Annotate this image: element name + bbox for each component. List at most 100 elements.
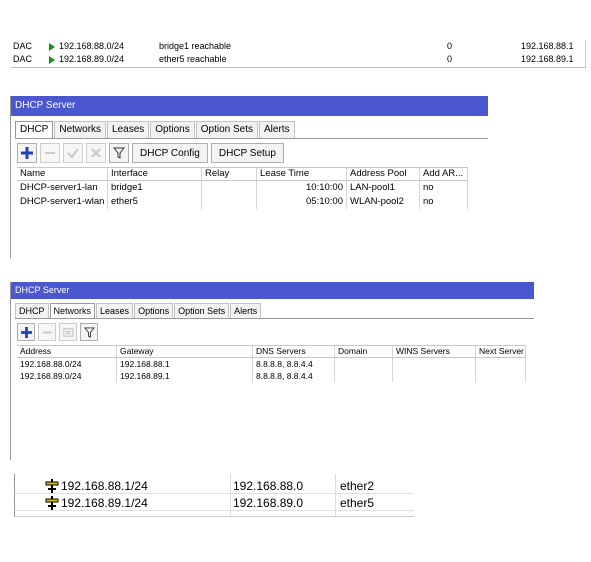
- remove-icon: [45, 152, 55, 154]
- dhcp-networks-table: Address Gateway DNS Servers Domain WINS …: [17, 345, 526, 382]
- column-header-relay[interactable]: Relay: [202, 168, 257, 180]
- route-distance: 0: [447, 54, 453, 64]
- column-header-gateway[interactable]: Gateway: [117, 346, 253, 357]
- dhcp-setup-button[interactable]: DHCP Setup: [210, 143, 284, 163]
- table-header: Address Gateway DNS Servers Domain WINS …: [17, 345, 526, 358]
- enable-icon: [67, 148, 79, 159]
- window-title[interactable]: DHCP Server: [11, 96, 488, 116]
- column-header-dns-servers[interactable]: DNS Servers: [253, 346, 335, 357]
- route-distance: 0: [447, 41, 453, 51]
- route-arrow-icon: [49, 43, 55, 51]
- enable-button[interactable]: [63, 143, 83, 163]
- cell-add-arp: no: [420, 181, 468, 195]
- column-header-domain[interactable]: Domain: [335, 346, 393, 357]
- column-header-add-arp[interactable]: Add AR...: [420, 168, 468, 180]
- disable-button[interactable]: [86, 143, 106, 163]
- cell-relay: [202, 195, 257, 209]
- address-row[interactable]: 192.168.88.1/24 192.168.88.0 ether2: [15, 478, 414, 494]
- column-header-name[interactable]: Name: [17, 168, 108, 180]
- filter-button[interactable]: [109, 143, 129, 163]
- address-row[interactable]: 192.168.89.1/24 192.168.89.0 ether5: [15, 495, 414, 511]
- dhcp-networks-window: DHCP Server DHCP Networks Leases Options…: [10, 282, 534, 460]
- tab-networks[interactable]: Networks: [49, 303, 96, 319]
- cell-dns-servers: 8.8.8.8, 8.8.4.4: [253, 358, 335, 370]
- window-title[interactable]: DHCP Server: [11, 282, 534, 299]
- ip-addresses-list: 192.168.88.1/24 192.168.88.0 ether2 192.…: [14, 474, 414, 517]
- disable-icon: [91, 148, 101, 158]
- column-header-wins-servers[interactable]: WINS Servers: [393, 346, 476, 357]
- tab-bar: DHCP Networks Leases Options Option Sets…: [15, 121, 296, 139]
- cell-next-server: [476, 358, 526, 370]
- column-header-next-server[interactable]: Next Server: [476, 346, 526, 357]
- route-row[interactable]: DAC 192.168.88.0/24 bridge1 reachable 0 …: [11, 41, 585, 53]
- cell-dns-servers: 8.8.8.8, 8.8.4.4: [253, 370, 335, 382]
- tab-alerts[interactable]: Alerts: [259, 121, 295, 139]
- column-header-address-pool[interactable]: Address Pool: [347, 168, 420, 180]
- tab-dhcp[interactable]: DHCP: [15, 303, 49, 319]
- remove-button[interactable]: [40, 143, 60, 163]
- tab-networks[interactable]: Networks: [54, 121, 107, 139]
- cell-gateway: 192.168.89.1: [117, 370, 253, 382]
- tab-dhcp[interactable]: DHCP: [15, 121, 54, 139]
- cell-domain: [335, 358, 393, 370]
- dhcp-servers-table: Name Interface Relay Lease Time Address …: [17, 167, 468, 209]
- table-header: Name Interface Relay Lease Time Address …: [17, 167, 468, 181]
- filter-button[interactable]: [80, 323, 98, 341]
- dhcp-config-button[interactable]: DHCP Config: [132, 143, 208, 163]
- route-gateway: ether5 reachable: [159, 54, 227, 64]
- routes-list: DAC 192.168.88.0/24 bridge1 reachable 0 …: [11, 40, 586, 68]
- add-icon: [21, 147, 33, 159]
- tab-leases[interactable]: Leases: [96, 303, 134, 319]
- network-value: 192.168.88.0: [233, 479, 304, 493]
- tab-alerts[interactable]: Alerts: [230, 303, 262, 319]
- route-pref-source: 192.168.88.1: [521, 41, 574, 51]
- interface-value: ether5: [340, 496, 375, 510]
- route-arrow-icon: [49, 56, 55, 64]
- route-row[interactable]: DAC 192.168.89.0/24 ether5 reachable 0 1…: [11, 54, 585, 66]
- route-dst-address: 192.168.89.0/24: [59, 54, 125, 64]
- cell-interface: bridge1: [108, 181, 202, 195]
- cell-interface: ether5: [108, 195, 202, 209]
- column-header-lease-time[interactable]: Lease Time: [257, 168, 347, 180]
- cell-add-arp: no: [420, 195, 468, 209]
- tab-leases[interactable]: Leases: [107, 121, 150, 139]
- cell-relay: [202, 181, 257, 195]
- add-icon: [20, 326, 32, 338]
- column-header-interface[interactable]: Interface: [108, 168, 202, 180]
- tab-options[interactable]: Options: [134, 303, 174, 319]
- route-gateway: bridge1 reachable: [159, 41, 232, 51]
- interface-value: ether2: [340, 479, 375, 493]
- cell-domain: [335, 370, 393, 382]
- table-row[interactable]: 192.168.89.0/24 192.168.89.1 8.8.8.8, 8.…: [17, 370, 526, 382]
- filter-icon: [113, 147, 125, 159]
- cell-address-pool: WLAN-pool2: [347, 195, 420, 209]
- cell-gateway: 192.168.88.1: [117, 358, 253, 370]
- table-row[interactable]: DHCP-server1-lan bridge1 10:10:00 LAN-po…: [17, 181, 468, 195]
- cell-lease-time: 10:10:00: [257, 181, 347, 195]
- cell-next-server: [476, 370, 526, 382]
- add-button[interactable]: [17, 143, 37, 163]
- add-button[interactable]: [17, 323, 35, 341]
- address-value: 192.168.89.1/24: [61, 496, 148, 510]
- table-row[interactable]: DHCP-server1-wlan ether5 05:10:00 WLAN-p…: [17, 195, 468, 209]
- toolbar: DHCP Config DHCP Setup: [17, 142, 287, 164]
- cell-wins-servers: [393, 358, 476, 370]
- tab-option-sets[interactable]: Option Sets: [174, 303, 230, 319]
- remove-button[interactable]: [38, 323, 56, 341]
- route-dst-address: 192.168.88.0/24: [59, 41, 125, 51]
- cell-address: 192.168.89.0/24: [17, 370, 117, 382]
- filter-icon: [83, 326, 95, 338]
- column-header-address[interactable]: Address: [17, 346, 117, 357]
- cell-wins-servers: [393, 370, 476, 382]
- tab-options[interactable]: Options: [150, 121, 195, 139]
- cell-lease-time: 05:10:00: [257, 195, 347, 209]
- cell-name: DHCP-server1-lan: [17, 181, 108, 195]
- table-row[interactable]: 192.168.88.0/24 192.168.88.1 8.8.8.8, 8.…: [17, 358, 526, 370]
- tab-option-sets[interactable]: Option Sets: [195, 121, 259, 139]
- comment-button[interactable]: [59, 323, 77, 341]
- dhcp-server-window: DHCP Server DHCP Networks Leases Options…: [10, 96, 488, 258]
- cell-address-pool: LAN-pool1: [347, 181, 420, 195]
- tab-divider: [15, 138, 488, 139]
- address-icon: [45, 479, 59, 493]
- toolbar: [17, 322, 101, 342]
